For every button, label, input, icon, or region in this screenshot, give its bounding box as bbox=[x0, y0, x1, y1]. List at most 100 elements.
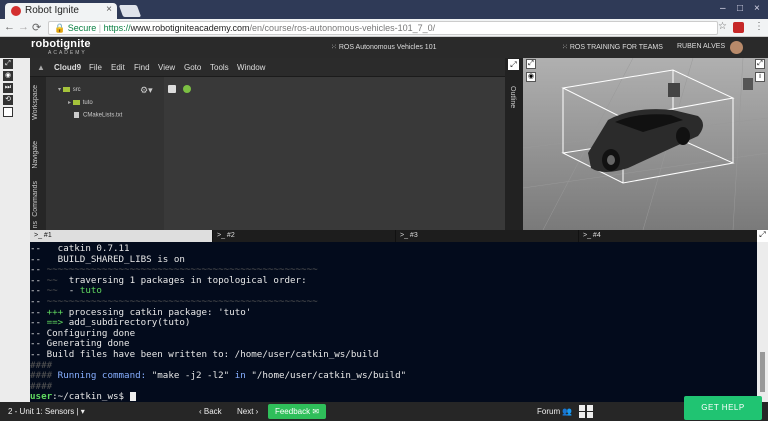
menu-goto[interactable]: Goto bbox=[184, 63, 201, 72]
training-link[interactable]: ⁙ ROS TRAINING FOR TEAMS bbox=[562, 43, 663, 51]
ide-menubar: ▲ Cloud9 File Edit Find View Goto Tools … bbox=[30, 58, 523, 77]
terminal-text: -- Configuring done bbox=[30, 327, 136, 339]
terminal-text: ~~ bbox=[46, 285, 58, 297]
tab-commands[interactable]: Commands bbox=[32, 181, 39, 217]
menu-find[interactable]: Find bbox=[134, 63, 150, 72]
terminal-line: -- ~~ traversing 1 packages in topologic… bbox=[30, 274, 757, 287]
terminal-text: -- BUILD_SHARED_LIBS is on bbox=[30, 253, 185, 265]
tab-outline[interactable]: Outline bbox=[509, 86, 516, 108]
eye-icon[interactable]: ◉ bbox=[3, 71, 13, 81]
terminal-output[interactable]: -- catkin 0.7.11 -- BUILD_SHARED_LIBS is … bbox=[30, 242, 757, 402]
terminal-tab-3[interactable]: >_ #3 bbox=[396, 230, 579, 242]
terminal-fullscreen-icon[interactable]: ⤢ bbox=[757, 230, 768, 242]
avatar[interactable] bbox=[730, 41, 743, 54]
terminal-line: -- ==> add_subdirectory(tuto) bbox=[30, 317, 757, 329]
expand-icon[interactable]: ⤢ bbox=[3, 59, 13, 69]
scroll-thumb[interactable] bbox=[760, 352, 765, 392]
terminal-text: traversing 1 packages in topological ord… bbox=[57, 274, 307, 286]
user-name[interactable]: RUBEN ALVES bbox=[677, 43, 725, 50]
terminal-text: #### bbox=[30, 359, 53, 371]
terminal-text: -- bbox=[30, 274, 47, 286]
terminal-text: "/home/user/catkin_ws/build" bbox=[251, 370, 407, 382]
minimize-icon[interactable]: – bbox=[720, 3, 726, 14]
terminal-text: ~~~~~~~~~~~~~~~~~~~~~~~~~~~~~~~~~~~~~~~~… bbox=[46, 264, 318, 276]
terminal-text: - bbox=[57, 285, 80, 297]
tab-close-icon[interactable]: × bbox=[106, 4, 112, 15]
new-tab-button[interactable] bbox=[118, 5, 142, 17]
reset-icon[interactable]: ⟲ bbox=[3, 95, 13, 105]
bottom-bar: 2 - Unit 1: Sensors | ▾ ‹ Back Next › Fe… bbox=[0, 402, 768, 421]
menu-view[interactable]: View bbox=[158, 63, 175, 72]
terminal-text: "make -j2 -l2" bbox=[151, 370, 230, 382]
sim-close-icon[interactable]: ⤢ bbox=[755, 59, 765, 69]
sim-info-icon[interactable]: i bbox=[755, 72, 765, 82]
course-title: ⁙ ROS Autonomous Vehicles 101 bbox=[331, 43, 436, 51]
menu-edit[interactable]: Edit bbox=[111, 63, 125, 72]
menu-file[interactable]: File bbox=[89, 63, 102, 72]
tree-item[interactable]: CMakeLists.txt bbox=[74, 112, 122, 119]
collapse-icon[interactable]: ▲ bbox=[37, 63, 45, 72]
gear-icon[interactable]: ⚙▾ bbox=[140, 85, 153, 96]
feedback-label: Feedback bbox=[274, 407, 311, 416]
grid-icon[interactable] bbox=[579, 405, 593, 418]
extension-icon[interactable] bbox=[733, 22, 744, 33]
terminal-text: tuto bbox=[79, 285, 102, 297]
url-input[interactable]: 🔒 Secure | https://www.robotigniteacadem… bbox=[48, 21, 718, 35]
terminal-scrollbar[interactable] bbox=[757, 242, 768, 402]
ros-icon: ⁙ bbox=[562, 44, 570, 51]
simulation-view[interactable]: ⤢ ◉ ⤢ i bbox=[522, 57, 768, 231]
unit-selector[interactable]: 2 - Unit 1: Sensors | ▾ bbox=[8, 407, 85, 416]
forum-button[interactable]: Forum 👥 bbox=[537, 407, 572, 416]
tree-item[interactable]: ▸ tuto bbox=[68, 99, 93, 106]
terminal-tab-2[interactable]: >_ #2 bbox=[213, 230, 396, 242]
browser-menu-icon[interactable]: ⋮ bbox=[754, 21, 764, 32]
tree-item[interactable]: ▾ src bbox=[58, 86, 81, 93]
back-button[interactable]: ‹ Back bbox=[199, 407, 222, 416]
logo-subtitle: ACADEMY bbox=[48, 50, 87, 56]
maximize-icon[interactable]: □ bbox=[737, 3, 743, 14]
lock-icon: 🔒 bbox=[54, 23, 66, 33]
add-icon[interactable] bbox=[183, 85, 191, 93]
users-icon: 👥 bbox=[562, 407, 573, 416]
reload-icon[interactable]: ⟳ bbox=[32, 21, 41, 34]
feedback-button[interactable]: Feedback ✉ bbox=[268, 404, 326, 419]
get-help-button[interactable]: GET HELP bbox=[684, 396, 762, 420]
secure-label: Secure bbox=[67, 23, 97, 33]
address-bar-row: ← → ⟳ 🔒 Secure | https://www.robotignite… bbox=[0, 19, 768, 37]
forward-arrow-icon[interactable]: → bbox=[18, 21, 29, 33]
terminal-text: +++ bbox=[46, 306, 64, 318]
close-window-icon[interactable]: × bbox=[754, 3, 760, 14]
terminal-line: -- Build files have been written to: /ho… bbox=[30, 349, 757, 361]
bookmark-star-icon[interactable]: ☆ bbox=[718, 21, 727, 32]
terminal-tab-1[interactable]: >_ #1 bbox=[30, 230, 213, 242]
tab-cut[interactable]: ns bbox=[32, 221, 39, 228]
menu-window[interactable]: Window bbox=[237, 63, 265, 72]
menu-cloud9[interactable]: Cloud9 bbox=[54, 63, 81, 72]
editor-area[interactable] bbox=[164, 77, 505, 230]
url-host: www.robotigniteacademy.com bbox=[130, 23, 250, 33]
simulation-scene bbox=[522, 57, 768, 231]
browser-tab[interactable]: Robot Ignite × bbox=[5, 3, 117, 19]
terminal-tab-4[interactable]: >_ #4 bbox=[579, 230, 762, 242]
tab-navigate[interactable]: Navigate bbox=[32, 141, 39, 169]
terminal-text: processing catkin package: 'tuto' bbox=[63, 306, 252, 318]
course-title-text: ROS Autonomous Vehicles 101 bbox=[338, 44, 437, 51]
sim-expand-icon[interactable]: ⤢ bbox=[526, 59, 536, 69]
terminal-text: ~~~~~~~~~~~~~~~~~~~~~~~~~~~~~~~~~~~~~~~~… bbox=[46, 295, 318, 307]
next-button[interactable]: Next › bbox=[237, 407, 258, 416]
terminal-tabs: >_ #1 >_ #2 >_ #3 >_ #4 ⤢ bbox=[30, 230, 768, 242]
frame-icon[interactable] bbox=[3, 107, 13, 117]
files-icon[interactable] bbox=[168, 85, 176, 93]
tab-workspace[interactable]: Workspace bbox=[32, 85, 39, 120]
terminal-cursor bbox=[129, 392, 136, 402]
robotignite-logo[interactable]: robotignite bbox=[31, 38, 91, 50]
terminal-text: add_subdirectory(tuto) bbox=[63, 317, 191, 329]
back-arrow-icon[interactable]: ← bbox=[4, 21, 15, 33]
training-link-text: ROS TRAINING FOR TEAMS bbox=[569, 44, 663, 51]
fullscreen-icon[interactable]: ⤢ bbox=[508, 59, 519, 70]
step-icon[interactable]: ⏭ bbox=[3, 83, 13, 93]
menu-tools[interactable]: Tools bbox=[210, 63, 229, 72]
terminal-text: ==> bbox=[46, 317, 64, 329]
sim-eye-icon[interactable]: ◉ bbox=[526, 72, 536, 82]
terminal-text: -- bbox=[30, 295, 47, 307]
